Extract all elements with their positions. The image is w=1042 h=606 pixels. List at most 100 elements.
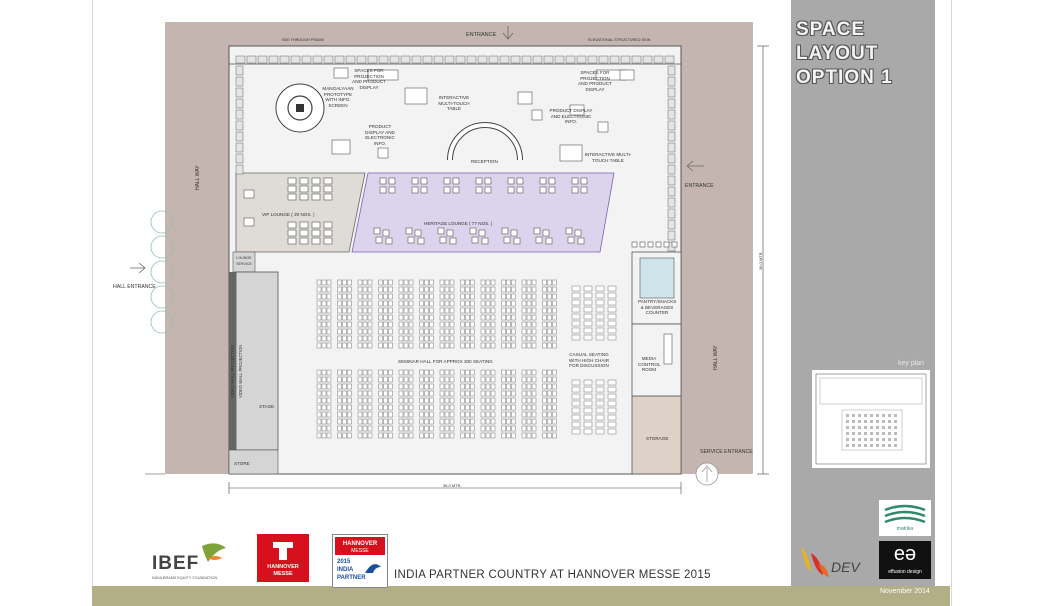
seminar-seat (362, 425, 368, 432)
seminar-seat (449, 286, 455, 293)
seminar-seat (439, 328, 445, 335)
seminar-seat (506, 300, 511, 307)
seminar-seat (429, 328, 434, 335)
seminar-seat (419, 300, 424, 307)
high-chair (571, 400, 581, 407)
seminar-seat (367, 425, 373, 432)
seminar-seat (501, 425, 506, 432)
seminar-seat (526, 314, 532, 321)
seminar-seat (383, 411, 388, 418)
seminar-seat (424, 383, 429, 390)
seminar-seat (347, 425, 352, 432)
seminar-seat (321, 369, 327, 376)
seminar-seat (316, 335, 322, 342)
seminar-seat (326, 376, 332, 383)
seminar-seat (526, 321, 532, 328)
seminar-seat (378, 328, 383, 335)
seminar-seat (460, 383, 465, 390)
seminar-seat (321, 321, 327, 328)
lounge-chair (469, 227, 477, 235)
seminar-seat (367, 390, 373, 397)
seminar-seat (342, 286, 347, 293)
seminar-seat (526, 383, 532, 390)
seminar-seat (542, 425, 547, 432)
seminar-seat (552, 307, 557, 314)
seminar-seat (342, 328, 347, 335)
matrika-text: matrika (896, 526, 914, 532)
seminar-seat (419, 321, 424, 328)
seminar-seat (357, 321, 363, 328)
lounge-chair (484, 186, 492, 194)
display-panel (323, 55, 334, 64)
lounge-chair (417, 237, 425, 245)
seminar-seat (511, 293, 516, 300)
seminar-seat (439, 418, 445, 425)
lounge-chair (539, 177, 547, 185)
seminar-seat (403, 376, 409, 383)
seminar-seat (419, 293, 424, 300)
lounge-service-label: LOUNGE SERVICE (236, 256, 252, 266)
store-label: STORE (234, 461, 250, 466)
seminar-seat (485, 307, 491, 314)
pantry-label: PANTRY/SNACKS & BEVERAGES COUNTER (638, 299, 677, 315)
seminar-seat (444, 425, 450, 432)
seminar-seat (470, 418, 475, 425)
seminar-seat (419, 425, 424, 432)
video-wall-2-label: VIDEO WALL PROJECTION (238, 344, 243, 398)
seminar-seat (449, 404, 455, 411)
seminar-seat (419, 383, 424, 390)
high-chair (583, 407, 593, 414)
seminar-seat (419, 328, 424, 335)
seminar-seat (429, 342, 434, 349)
vip-seat (287, 237, 297, 245)
high-chair (607, 386, 617, 393)
seminar-seat (362, 286, 368, 293)
high-chair (607, 407, 617, 414)
seminar-seat (460, 376, 465, 383)
seminar-seat (326, 418, 332, 425)
high-chair (583, 421, 593, 428)
seminar-seat (480, 425, 486, 432)
seminar-seat (485, 300, 491, 307)
seminar-seat (511, 300, 516, 307)
seminar-seat (388, 404, 393, 411)
seminar-seat (552, 293, 557, 300)
high-chair (595, 407, 605, 414)
seminar-seat (449, 307, 455, 314)
bar-stool (639, 241, 646, 248)
display-panel (367, 55, 378, 64)
seminar-seat (378, 383, 383, 390)
seminar-seat (388, 293, 393, 300)
vip-sofa (243, 189, 255, 199)
lounge-chair (407, 236, 415, 244)
seminar-seat (470, 335, 475, 342)
seminar-seat (378, 335, 383, 342)
seminar-seat (485, 314, 491, 321)
display-stand (517, 91, 533, 105)
seminar-seat (408, 425, 414, 432)
seminar-seat (367, 328, 373, 335)
seminar-seat (506, 314, 511, 321)
seminar-seat (408, 390, 414, 397)
lounge-chair (542, 229, 550, 237)
high-chair (607, 285, 617, 292)
high-chair (595, 299, 605, 306)
seminar-seat (357, 383, 363, 390)
seminar-seat (501, 279, 506, 286)
seminar-seat (449, 328, 455, 335)
display-panel (235, 142, 244, 153)
seminar-seat (347, 335, 352, 342)
seminar-seat (506, 328, 511, 335)
seminar-seat (326, 328, 332, 335)
product-display-1-label: PRODUCT DISPLAY AND ELECTRONIC INFO. (365, 124, 395, 146)
display-panel (235, 65, 244, 76)
seminar-seat (378, 411, 383, 418)
lounge-chair (567, 236, 575, 244)
seminar-seat (388, 418, 393, 425)
seminar-seat (408, 300, 414, 307)
seminar-seat (501, 321, 506, 328)
seminar-seat (485, 335, 491, 342)
seminar-seat (480, 342, 486, 349)
seminar-seat (521, 383, 527, 390)
seminar-seat (398, 397, 404, 404)
